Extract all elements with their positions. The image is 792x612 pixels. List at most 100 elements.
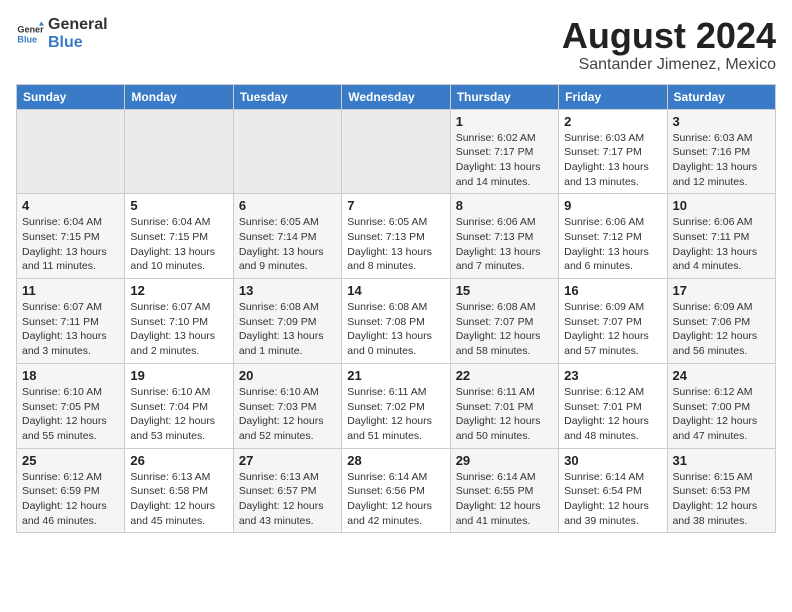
calendar-cell: 14 Sunrise: 6:08 AMSunset: 7:08 PMDayligh… [342,279,450,364]
day-number: 3 [673,114,770,129]
day-number: 31 [673,453,770,468]
calendar-cell: 10 Sunrise: 6:06 AMSunset: 7:11 PMDayligh… [667,194,775,279]
calendar-cell: 6 Sunrise: 6:05 AMSunset: 7:14 PMDaylight… [233,194,341,279]
calendar-cell [17,109,125,194]
day-info: Sunrise: 6:13 AMSunset: 6:58 PMDaylight:… [130,470,227,529]
day-number: 1 [456,114,553,129]
day-header-thursday: Thursday [450,84,558,109]
calendar-header-row: SundayMondayTuesdayWednesdayThursdayFrid… [17,84,776,109]
day-info: Sunrise: 6:06 AMSunset: 7:13 PMDaylight:… [456,215,553,274]
calendar-cell [125,109,233,194]
day-number: 30 [564,453,661,468]
day-header-tuesday: Tuesday [233,84,341,109]
page-header: General Blue General Blue August 2024 Sa… [16,16,776,74]
calendar-cell: 23Sunrise: 6:12 AMSunset: 7:01 PMDayligh… [559,363,667,448]
calendar-week-3: 11Sunrise: 6:07 AMSunset: 7:11 PMDayligh… [17,279,776,364]
day-info: Sunrise: 6:03 AMSunset: 7:16 PMDaylight:… [673,131,770,190]
calendar-cell: 25 Sunrise: 6:12 AMSunset: 6:59 PMDayligh… [17,448,125,533]
day-header-saturday: Saturday [667,84,775,109]
calendar-subtitle: Santander Jimenez, Mexico [562,56,776,74]
day-info: Sunrise: 6:14 AMSunset: 6:54 PMDaylight:… [564,470,661,529]
day-number: 26 [130,453,227,468]
day-info: Sunrise: 6:13 AMSunset: 6:57 PMDaylight:… [239,470,336,529]
day-info: Sunrise: 6:03 AMSunset: 7:17 PMDaylight:… [564,131,661,190]
day-header-wednesday: Wednesday [342,84,450,109]
calendar-cell: 7 Sunrise: 6:05 AMSunset: 7:13 PMDaylight… [342,194,450,279]
title-block: August 2024 Santander Jimenez, Mexico [562,16,776,74]
calendar-week-5: 25 Sunrise: 6:12 AMSunset: 6:59 PMDayligh… [17,448,776,533]
calendar-cell: 17Sunrise: 6:09 AMSunset: 7:06 PMDayligh… [667,279,775,364]
day-number: 7 [347,198,444,213]
day-info: Sunrise: 6:14 AMSunset: 6:56 PMDaylight:… [347,470,444,529]
day-info: Sunrise: 6:10 AMSunset: 7:04 PMDaylight:… [130,385,227,444]
day-number: 4 [22,198,119,213]
calendar-cell: 27 Sunrise: 6:13 AMSunset: 6:57 PMDayligh… [233,448,341,533]
day-info: Sunrise: 6:12 AMSunset: 7:01 PMDaylight:… [564,385,661,444]
day-info: Sunrise: 6:12 AMSunset: 6:59 PMDaylight:… [22,470,119,529]
day-header-friday: Friday [559,84,667,109]
day-number: 2 [564,114,661,129]
calendar-week-4: 18Sunrise: 6:10 AMSunset: 7:05 PMDayligh… [17,363,776,448]
day-info: Sunrise: 6:05 AMSunset: 7:13 PMDaylight:… [347,215,444,274]
logo-blue: Blue [48,34,108,52]
calendar-cell: 2 Sunrise: 6:03 AMSunset: 7:17 PMDaylight… [559,109,667,194]
calendar-week-1: 1 Sunrise: 6:02 AMSunset: 7:17 PMDaylight… [17,109,776,194]
svg-text:General: General [17,24,44,34]
day-info: Sunrise: 6:09 AMSunset: 7:07 PMDaylight:… [564,300,661,359]
calendar-cell: 28Sunrise: 6:14 AMSunset: 6:56 PMDayligh… [342,448,450,533]
day-info: Sunrise: 6:06 AMSunset: 7:12 PMDaylight:… [564,215,661,274]
calendar-cell: 19 Sunrise: 6:10 AMSunset: 7:04 PMDayligh… [125,363,233,448]
day-number: 6 [239,198,336,213]
day-info: Sunrise: 6:08 AMSunset: 7:09 PMDaylight:… [239,300,336,359]
calendar-cell: 20Sunrise: 6:10 AMSunset: 7:03 PMDayligh… [233,363,341,448]
calendar-cell: 24Sunrise: 6:12 AMSunset: 7:00 PMDayligh… [667,363,775,448]
calendar-cell: 8 Sunrise: 6:06 AMSunset: 7:13 PMDaylight… [450,194,558,279]
day-info: Sunrise: 6:07 AMSunset: 7:10 PMDaylight:… [130,300,227,359]
calendar-cell: 1 Sunrise: 6:02 AMSunset: 7:17 PMDaylight… [450,109,558,194]
logo-general: General [48,16,108,34]
calendar-cell [233,109,341,194]
day-info: Sunrise: 6:10 AMSunset: 7:03 PMDaylight:… [239,385,336,444]
day-number: 12 [130,283,227,298]
day-number: 5 [130,198,227,213]
day-header-monday: Monday [125,84,233,109]
calendar-cell: 16Sunrise: 6:09 AMSunset: 7:07 PMDayligh… [559,279,667,364]
day-info: Sunrise: 6:15 AMSunset: 6:53 PMDaylight:… [673,470,770,529]
logo-icon: General Blue [16,20,44,48]
calendar-cell: 18Sunrise: 6:10 AMSunset: 7:05 PMDayligh… [17,363,125,448]
day-info: Sunrise: 6:08 AMSunset: 7:08 PMDaylight:… [347,300,444,359]
day-number: 21 [347,368,444,383]
day-info: Sunrise: 6:02 AMSunset: 7:17 PMDaylight:… [456,131,553,190]
day-info: Sunrise: 6:14 AMSunset: 6:55 PMDaylight:… [456,470,553,529]
day-info: Sunrise: 6:05 AMSunset: 7:14 PMDaylight:… [239,215,336,274]
svg-text:Blue: Blue [17,34,37,44]
day-number: 29 [456,453,553,468]
day-number: 10 [673,198,770,213]
day-number: 24 [673,368,770,383]
calendar-cell: 21 Sunrise: 6:11 AMSunset: 7:02 PMDayligh… [342,363,450,448]
calendar-table: SundayMondayTuesdayWednesdayThursdayFrid… [16,84,776,534]
day-number: 27 [239,453,336,468]
day-number: 25 [22,453,119,468]
day-header-sunday: Sunday [17,84,125,109]
day-number: 19 [130,368,227,383]
day-info: Sunrise: 6:11 AMSunset: 7:01 PMDaylight:… [456,385,553,444]
day-info: Sunrise: 6:11 AMSunset: 7:02 PMDaylight:… [347,385,444,444]
calendar-cell: 4 Sunrise: 6:04 AMSunset: 7:15 PMDaylight… [17,194,125,279]
day-number: 14 [347,283,444,298]
day-info: Sunrise: 6:04 AMSunset: 7:15 PMDaylight:… [22,215,119,274]
calendar-cell: 5Sunrise: 6:04 AMSunset: 7:15 PMDaylight… [125,194,233,279]
calendar-cell [342,109,450,194]
calendar-cell: 30 Sunrise: 6:14 AMSunset: 6:54 PMDayligh… [559,448,667,533]
day-number: 9 [564,198,661,213]
logo: General Blue General Blue [16,16,108,51]
calendar-cell: 13 Sunrise: 6:08 AMSunset: 7:09 PMDayligh… [233,279,341,364]
day-number: 11 [22,283,119,298]
calendar-cell: 9 Sunrise: 6:06 AMSunset: 7:12 PMDaylight… [559,194,667,279]
day-number: 22 [456,368,553,383]
calendar-cell: 31 Sunrise: 6:15 AMSunset: 6:53 PMDayligh… [667,448,775,533]
day-info: Sunrise: 6:06 AMSunset: 7:11 PMDaylight:… [673,215,770,274]
day-number: 15 [456,283,553,298]
day-number: 13 [239,283,336,298]
day-number: 8 [456,198,553,213]
